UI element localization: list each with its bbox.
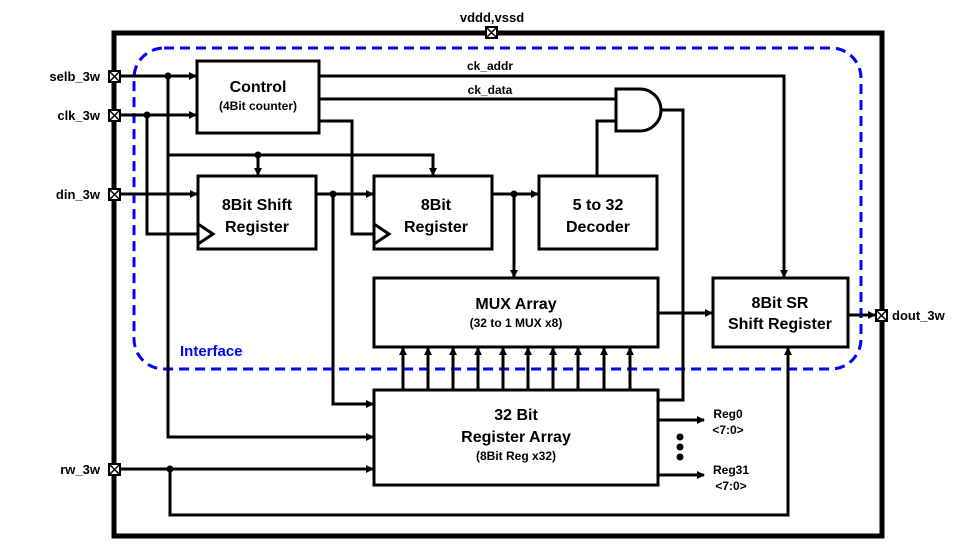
pin-clk: clk_3w	[57, 108, 121, 123]
register-label-1: 8Bit	[421, 197, 452, 214]
svg-text:dout_3w: dout_3w	[892, 308, 946, 323]
reg0-label: Reg0	[713, 407, 743, 421]
ck-data-label: ck_data	[468, 83, 513, 97]
pin-rw: rw_3w	[60, 462, 121, 477]
mux-array-subtitle: (32 to 1 MUX x8)	[470, 316, 563, 330]
register-array-subtitle: (8Bit Reg x32)	[476, 449, 556, 463]
and-gate-icon	[614, 87, 663, 133]
mux-array-title: MUX Array	[475, 296, 556, 313]
decoder-label-2: Decoder	[566, 219, 630, 236]
register-array-label-1: 32 Bit	[494, 407, 538, 424]
svg-text:din_3w: din_3w	[56, 187, 101, 202]
svg-text:selb_3w: selb_3w	[49, 69, 100, 84]
boxed-x-pad-icon	[108, 463, 121, 476]
register-array-block: 32 Bit Register Array (8Bit Reg x32)	[372, 388, 660, 487]
decoder-block: 5 to 32 Decoder	[537, 174, 659, 251]
ck-addr-label: ck_addr	[467, 59, 513, 73]
boxed-x-pad-icon	[108, 188, 121, 201]
boxed-x-pad-icon	[875, 309, 888, 322]
boxed-x-pad-icon	[485, 26, 498, 39]
svg-text:vddd,vssd: vddd,vssd	[460, 10, 524, 25]
reg31-bits: <7:0>	[715, 479, 746, 493]
mux-array-block: MUX Array (32 to 1 MUX x8)	[372, 276, 660, 349]
shift-register-block: 8Bit Shift Register	[196, 174, 318, 251]
decoder-label-1: 5 to 32	[573, 197, 624, 214]
reg0-bits: <7:0>	[712, 423, 743, 437]
boxed-x-pad-icon	[108, 70, 121, 83]
control-title: Control	[230, 79, 287, 96]
control-subtitle: (4Bit counter)	[219, 99, 297, 113]
pin-din: din_3w	[56, 187, 121, 202]
sr-label-1: 8Bit SR	[752, 295, 809, 312]
register-array-label-2: Register Array	[461, 429, 571, 446]
register-block: 8Bit Register	[372, 174, 494, 251]
register-label-2: Register	[404, 219, 468, 236]
shift-register-label-2: Register	[225, 219, 289, 236]
shift-register-label-1: 8Bit Shift	[222, 197, 293, 214]
reg31-label: Reg31	[713, 463, 749, 477]
sr-label-2: Shift Register	[728, 316, 832, 333]
svg-text:rw_3w: rw_3w	[60, 462, 101, 477]
pin-dout: dout_3w	[875, 308, 946, 323]
sr-shift-register-block: 8Bit SR Shift Register	[711, 276, 850, 349]
block-diagram: Interface Control (4Bit counter) 8Bit Sh…	[49, 10, 946, 539]
svg-text:clk_3w: clk_3w	[57, 108, 101, 123]
control-block: Control (4Bit counter)	[195, 59, 321, 135]
interface-label: Interface	[180, 343, 243, 360]
boxed-x-pad-icon	[108, 109, 121, 122]
pin-selb: selb_3w	[49, 69, 121, 84]
